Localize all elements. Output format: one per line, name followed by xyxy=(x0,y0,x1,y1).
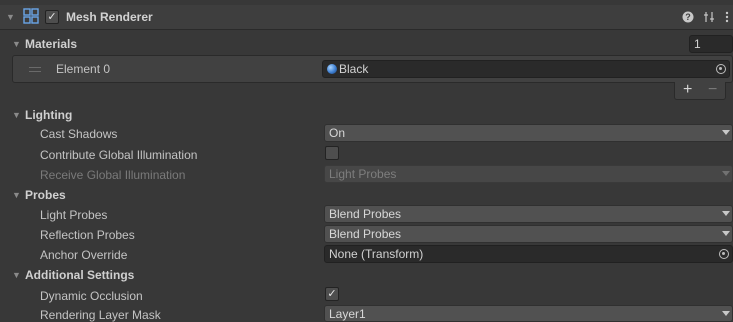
chevron-down-icon xyxy=(722,231,730,236)
anchor-override-label: Anchor Override xyxy=(40,248,128,262)
probes-label[interactable]: Probes xyxy=(25,188,66,202)
rendering-layer-mask-dropdown[interactable]: Layer1 xyxy=(324,305,733,322)
light-probes-label: Light Probes xyxy=(40,208,108,222)
cast-shadows-label: Cast Shadows xyxy=(40,127,118,141)
chevron-down-icon xyxy=(722,130,730,135)
materials-size-field[interactable]: 1 xyxy=(689,35,733,53)
component-header[interactable]: ▼ ✓ Mesh Renderer ? xyxy=(0,5,733,30)
chevron-down-icon xyxy=(722,311,730,316)
drag-handle-icon[interactable] xyxy=(29,67,41,72)
chevron-down-icon xyxy=(722,211,730,216)
kebab-menu-icon[interactable] xyxy=(724,11,730,23)
anchor-override-value: None (Transform) xyxy=(329,247,424,261)
add-element-button[interactable]: + xyxy=(683,82,692,98)
element-0-material-field[interactable]: Black xyxy=(322,60,730,78)
object-picker-icon[interactable] xyxy=(719,249,729,259)
dynamic-occlusion-label: Dynamic Occlusion xyxy=(40,289,143,303)
presets-icon[interactable] xyxy=(703,11,715,23)
fold-arrow-icon[interactable]: ▼ xyxy=(6,13,15,22)
probes-fold-icon[interactable]: ▼ xyxy=(12,191,21,200)
reflection-probes-label: Reflection Probes xyxy=(40,228,135,242)
list-add-remove: + − xyxy=(674,82,726,100)
element-0-material-value: Black xyxy=(339,62,369,76)
lighting-fold-icon[interactable]: ▼ xyxy=(12,111,21,120)
lighting-label[interactable]: Lighting xyxy=(25,108,72,122)
element-0-label: Element 0 xyxy=(56,62,111,76)
light-probes-dropdown[interactable]: Blend Probes xyxy=(324,205,733,223)
mesh-renderer-icon xyxy=(23,8,39,24)
dynamic-occlusion-checkbox[interactable]: ✓ xyxy=(325,287,339,301)
rendering-layer-mask-value: Layer1 xyxy=(329,307,366,321)
materials-label[interactable]: Materials xyxy=(25,37,77,51)
contribute-gi-label: Contribute Global Illumination xyxy=(40,148,198,162)
cast-shadows-dropdown[interactable]: On xyxy=(324,124,733,142)
rendering-layer-mask-label: Rendering Layer Mask xyxy=(40,308,161,322)
object-picker-icon[interactable] xyxy=(716,64,726,74)
contribute-gi-checkbox[interactable] xyxy=(325,146,339,160)
receive-gi-value: Light Probes xyxy=(329,167,397,181)
component-title: Mesh Renderer xyxy=(66,10,153,24)
svg-text:?: ? xyxy=(685,12,691,22)
anchor-override-field[interactable]: None (Transform) xyxy=(324,245,733,263)
chevron-down-icon xyxy=(722,171,730,176)
cast-shadows-value: On xyxy=(329,126,346,140)
remove-element-button[interactable]: − xyxy=(708,82,717,98)
materials-fold-icon[interactable]: ▼ xyxy=(12,40,21,49)
reflection-probes-dropdown[interactable]: Blend Probes xyxy=(324,225,733,243)
receive-gi-label: Receive Global Illumination xyxy=(40,168,186,182)
light-probes-value: Blend Probes xyxy=(329,207,402,221)
reflection-probes-value: Blend Probes xyxy=(329,227,402,241)
additional-settings-label[interactable]: Additional Settings xyxy=(25,268,134,282)
additional-settings-fold-icon[interactable]: ▼ xyxy=(12,271,21,280)
component-enabled-checkbox[interactable]: ✓ xyxy=(45,10,59,24)
materials-list: Element 0 Black xyxy=(12,55,733,83)
receive-gi-dropdown: Light Probes xyxy=(324,165,733,183)
help-icon[interactable]: ? xyxy=(682,11,694,23)
material-icon xyxy=(327,64,337,74)
